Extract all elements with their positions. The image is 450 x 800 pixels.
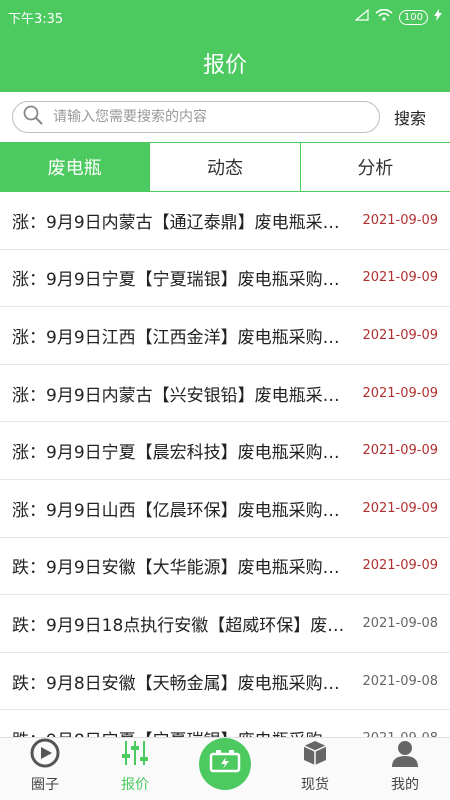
list-item-date: 2021-09-09 [362, 385, 438, 401]
category-tabs: 废电瓶 动态 分析 [0, 142, 450, 192]
list-item[interactable]: 涨：9月9日山西【亿晨环保】废电瓶采购价格 2021-09-09 [0, 480, 450, 538]
search-box[interactable] [12, 101, 380, 133]
app-header: 报价 [0, 34, 450, 92]
nav-label: 我的 [391, 777, 419, 793]
list-item[interactable]: 跌：9月9日安徽【大华能源】废电瓶采购价格 2021-09-09 [0, 538, 450, 596]
list-item[interactable]: 跌：9月8日宁夏【宁夏瑞银】废电瓶采购价格2021-09-08 [0, 710, 450, 740]
list-item-date: 2021-09-09 [362, 500, 438, 516]
list-item-title: 涨：9月9日宁夏【宁夏瑞银】废电瓶采购价格 [12, 270, 355, 291]
page-title: 报价 [202, 53, 247, 78]
list-item-title: 涨：9月9日内蒙古【通辽泰鼎】废电瓶采购价格 [12, 212, 355, 233]
list-item-title: 跌：9月8日安徽【天畅金属】废电瓶采购价格 [12, 673, 355, 694]
user-icon [390, 738, 420, 774]
signal-icon [354, 8, 369, 25]
list-item-date: 2021-09-09 [362, 327, 438, 343]
battery-icon: 100 [398, 9, 428, 25]
nav-stock[interactable]: 现货 [270, 738, 360, 800]
list-item[interactable]: 涨：9月9日宁夏【宁夏瑞银】废电瓶采购价格 2021-09-09 [0, 250, 450, 308]
tab-news[interactable]: 动态 [149, 143, 300, 191]
charging-icon [434, 9, 442, 25]
list-item-date: 2021-09-08 [362, 673, 438, 689]
list-item[interactable]: 跌：9月8日安徽【天畅金属】废电瓶采购价格 2021-09-08 [0, 653, 450, 711]
nav-label: 圈子 [31, 777, 59, 793]
list-item-title: 涨：9月9日内蒙古【兴安银铅】废电瓶采购价格 [12, 385, 355, 406]
list-item[interactable]: 涨：9月9日江西【江西金洋】废电瓶采购价格 2021-09-09 [0, 307, 450, 365]
list-item-title: 涨：9月9日山西【亿晨环保】废电瓶采购价格 [12, 500, 355, 521]
list-item[interactable]: 涨：9月9日内蒙古【通辽泰鼎】废电瓶采购价格 2021-09-09 [0, 192, 450, 250]
search-button[interactable]: 搜索 [394, 105, 426, 129]
circle-play-icon [30, 738, 60, 774]
nav-quotes[interactable]: 报价 [90, 738, 180, 800]
list-item-date: 2021-09-09 [362, 212, 438, 228]
sliders-icon [120, 738, 150, 774]
status-bar: 下午3:35 100 [0, 0, 450, 34]
list-item-title: 跌：9月9日18点执行安徽【超威环保】废电瓶采购价格 [12, 615, 354, 636]
status-time: 下午3:35 [8, 11, 64, 27]
tab-analysis[interactable]: 分析 [299, 143, 450, 191]
search-icon [23, 105, 43, 129]
nav-center-battery[interactable] [180, 738, 270, 800]
box-icon [300, 738, 330, 774]
nav-mine[interactable]: 我的 [360, 738, 450, 800]
nav-circle[interactable]: 圈子 [0, 738, 90, 800]
list-item-title: 跌：9月9日安徽【大华能源】废电瓶采购价格 [12, 558, 355, 579]
list-item-title: 涨：9月9日宁夏【晨宏科技】废电瓶采购价格 [12, 443, 355, 464]
wifi-icon [375, 8, 393, 25]
list-item-title: 涨：9月9日江西【江西金洋】废电瓶采购价格 [12, 327, 355, 348]
list-item-date: 2021-09-09 [362, 558, 438, 574]
nav-label: 报价 [121, 777, 149, 793]
status-icons: 100 [354, 8, 442, 25]
nav-label: 现货 [301, 777, 329, 793]
list-item-date: 2021-09-09 [362, 443, 438, 459]
tab-waste-battery[interactable]: 废电瓶 [0, 143, 150, 191]
bottom-nav: 圈子 报价 现货 我的 [0, 737, 450, 800]
list-item-date: 2021-09-09 [362, 270, 438, 286]
price-list: 涨：9月9日内蒙古【通辽泰鼎】废电瓶采购价格 2021-09-09 涨：9月9日宁… [0, 192, 450, 740]
list-item[interactable]: 涨：9月9日宁夏【晨宏科技】废电瓶采购价格 2021-09-09 [0, 422, 450, 480]
list-item[interactable]: 涨：9月9日内蒙古【兴安银铅】废电瓶采购价格 2021-09-09 [0, 365, 450, 423]
search-bar: 搜索 [0, 92, 450, 142]
search-input[interactable] [51, 108, 369, 126]
battery-icon [209, 749, 241, 779]
list-item[interactable]: 跌：9月9日18点执行安徽【超威环保】废电瓶采购价格 2021-09-08 [0, 595, 450, 653]
center-button[interactable] [199, 738, 251, 790]
list-item-date: 2021-09-08 [362, 615, 438, 631]
